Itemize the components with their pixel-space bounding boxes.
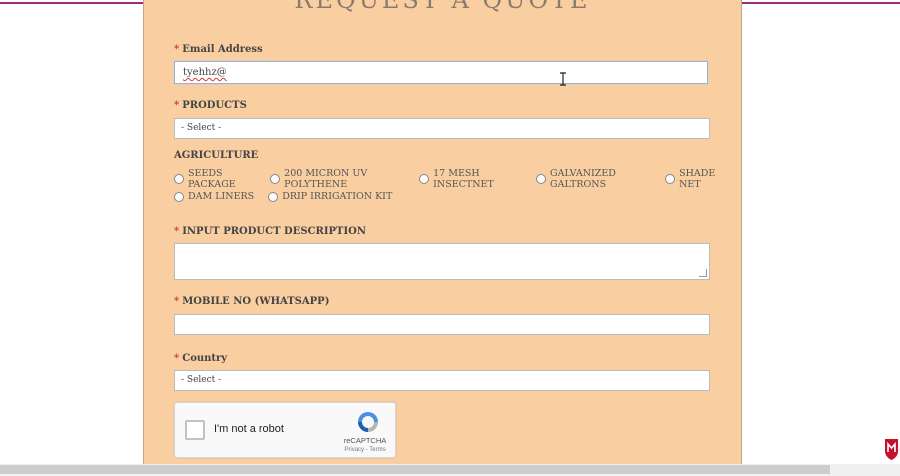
required-mark: * bbox=[174, 44, 180, 55]
recaptcha-logo-icon bbox=[358, 412, 378, 432]
email-value: tyehhz@ bbox=[183, 67, 227, 78]
quote-form-panel: REQUEST A QUOTE * Email Address tyehhz@ *… bbox=[143, 0, 742, 464]
resize-grip-icon[interactable] bbox=[699, 269, 707, 277]
radio-button[interactable] bbox=[174, 191, 184, 202]
country-select[interactable]: - Select - bbox=[174, 370, 710, 391]
radio-button[interactable] bbox=[536, 174, 546, 184]
radio-galvanized-galtrons[interactable]: GALVANIZED GALTRONS bbox=[536, 168, 651, 190]
radio-button[interactable] bbox=[268, 191, 279, 202]
radio-shade-net[interactable]: SHADE NET bbox=[665, 168, 727, 190]
country-label: * Country bbox=[174, 353, 228, 364]
radio-dam-liners[interactable]: DAM LINERS bbox=[174, 191, 254, 202]
recaptcha-widget: I'm not a robot reCAPTCHA Privacy - Term… bbox=[174, 402, 396, 458]
recaptcha-label: I'm not a robot bbox=[214, 423, 284, 435]
products-select[interactable]: - Select - bbox=[174, 118, 710, 139]
radio-button[interactable] bbox=[270, 174, 281, 184]
email-label: * Email Address bbox=[174, 44, 263, 55]
radio-200-micron-uv-polythene[interactable]: 200 MICRON UV POLYTHENE bbox=[270, 168, 405, 190]
radio-button[interactable] bbox=[665, 174, 676, 184]
text-cursor-icon bbox=[560, 72, 566, 86]
required-mark: * bbox=[174, 226, 180, 237]
scrollbar-thumb[interactable] bbox=[0, 465, 830, 474]
mcafee-shield-icon[interactable] bbox=[883, 437, 900, 461]
radio-drip-irrigation-kit[interactable]: DRIP IRRIGATION KIT bbox=[268, 191, 392, 202]
required-mark: * bbox=[174, 353, 180, 364]
country-selected-value: - Select - bbox=[181, 375, 222, 385]
recaptcha-brand: reCAPTCHA bbox=[343, 436, 387, 445]
radio-button[interactable] bbox=[174, 174, 184, 184]
description-label: * INPUT PRODUCT DESCRIPTION bbox=[174, 226, 366, 237]
mobile-input[interactable] bbox=[174, 314, 710, 335]
horizontal-scrollbar[interactable] bbox=[0, 464, 900, 476]
radio-button[interactable] bbox=[419, 174, 430, 184]
required-mark: * bbox=[174, 100, 180, 111]
products-selected-value: - Select - bbox=[181, 123, 222, 133]
email-input[interactable]: tyehhz@ bbox=[174, 61, 708, 84]
agriculture-options-row-2: DAM LINERS DRIP IRRIGATION KIT bbox=[174, 191, 406, 202]
form-title: REQUEST A QUOTE bbox=[294, 0, 591, 14]
agriculture-heading: AGRICULTURE bbox=[174, 150, 259, 161]
description-textarea[interactable] bbox=[174, 243, 710, 280]
radio-17-mesh-insectnet[interactable]: 17 MESH INSECTNET bbox=[419, 168, 522, 190]
required-mark: * bbox=[174, 296, 180, 307]
recaptcha-checkbox[interactable] bbox=[185, 420, 205, 440]
recaptcha-terms-link[interactable]: Privacy - Terms bbox=[335, 447, 395, 453]
radio-seeds-package[interactable]: SEEDS PACKAGE bbox=[174, 168, 256, 190]
mobile-label: * MOBILE NO (WHATSAPP) bbox=[174, 296, 330, 307]
products-label: * PRODUCTS bbox=[174, 100, 247, 111]
agriculture-options-row-1: SEEDS PACKAGE 200 MICRON UV POLYTHENE 17… bbox=[174, 168, 741, 190]
